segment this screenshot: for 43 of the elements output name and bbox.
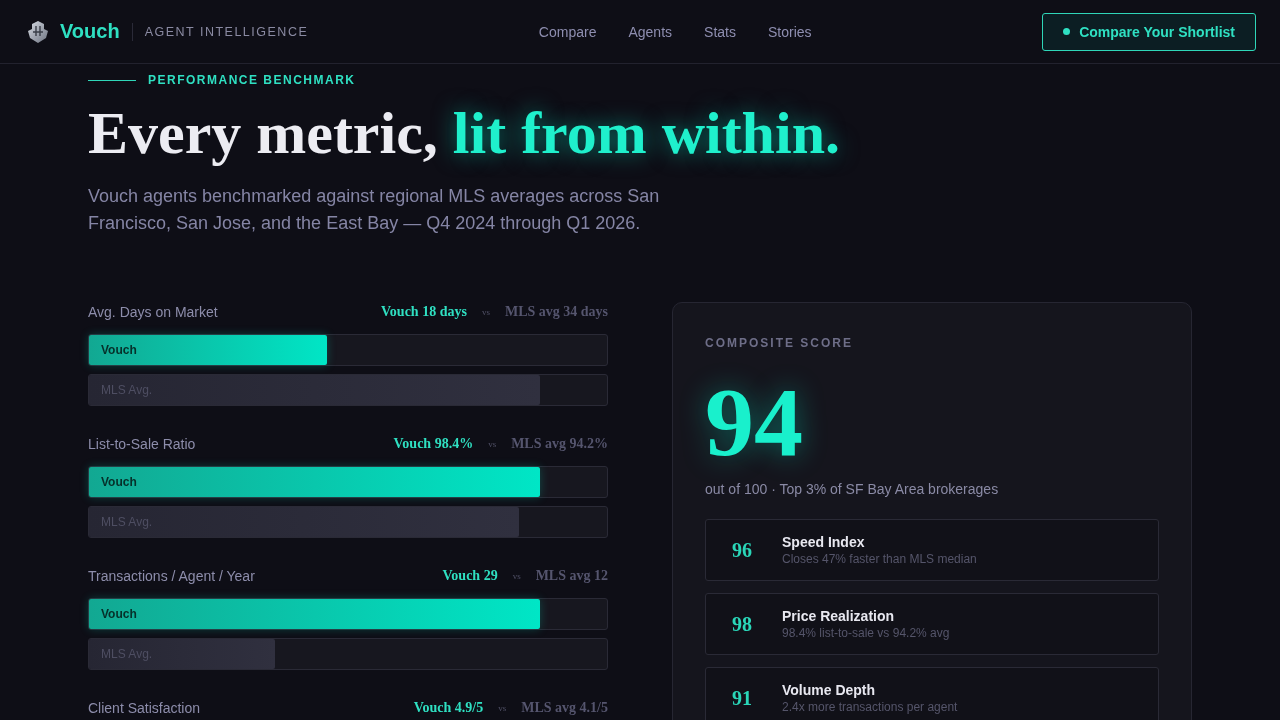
bar-label: Vouch	[101, 343, 137, 357]
metric-label: List-to-Sale Ratio	[88, 436, 196, 452]
card-detail: 98.4% list-to-sale vs 94.2% avg	[782, 626, 951, 640]
brand-tagline: AGENT INTELLIGENCE	[144, 24, 309, 39]
status-dot-icon	[1063, 28, 1071, 35]
card-score: 98	[732, 612, 753, 636]
vouch-value: Vouch 98.4%	[393, 436, 474, 452]
vouch-value: Vouch 29	[442, 568, 498, 584]
nav-link[interactable]: Stories	[767, 23, 812, 40]
mls-value: MLS avg 94.2%	[511, 436, 608, 452]
nav-link[interactable]: Compare	[538, 23, 597, 40]
vs-label: vs	[488, 439, 497, 449]
metric-label: Avg. Days on Market	[88, 304, 218, 320]
card-detail: 2.4x more transactions per agent	[782, 700, 959, 714]
mls-value: MLS avg 12	[535, 568, 608, 584]
composite-score: 94	[705, 373, 803, 471]
brand-logo[interactable]: Vouch	[60, 20, 120, 43]
vs-label: vs	[498, 703, 507, 713]
hero-subtitle: Vouch agents benchmarked against regional MLS averages across San Francisco, San Jose, and the East Bay — Q4 2024 through Q1 2026.	[88, 185, 661, 235]
metric-label: Client Satisfaction	[88, 700, 201, 716]
card-title: Speed Index	[782, 534, 866, 550]
card-detail: Closes 47% faster than MLS median	[782, 552, 978, 566]
card-title: Price Realization	[782, 608, 896, 624]
vouch-value: Vouch 4.9/5	[413, 700, 484, 716]
mls-value: MLS avg 4.1/5	[521, 700, 608, 716]
bar-label: Vouch	[101, 607, 137, 621]
bar-label: Vouch	[101, 475, 137, 489]
mls-value: MLS avg 34 days	[504, 304, 608, 320]
vouch-value: Vouch 18 days	[381, 304, 467, 320]
card-score: 96	[732, 538, 753, 562]
vs-label: vs	[481, 307, 490, 317]
section-eyebrow: PERFORMANCE BENCHMARK	[148, 73, 356, 87]
metric-label: Transactions / Agent / Year	[88, 568, 255, 584]
headline: Every metric, lit from within.	[88, 99, 841, 168]
compare-shortlist-button[interactable]: Compare Your Shortlist	[1042, 12, 1256, 51]
nav-link[interactable]: Stats	[704, 23, 736, 40]
score-caption: out of 100 · Top 3% of SF Bay Area brokerages	[705, 481, 1000, 497]
panel-title: COMPOSITE SCORE	[705, 335, 854, 351]
shield-icon	[28, 20, 48, 43]
card-score: 91	[732, 686, 753, 710]
nav-link[interactable]: Agents	[628, 23, 673, 40]
card-title: Volume Depth	[782, 682, 877, 698]
vs-label: vs	[512, 571, 521, 581]
